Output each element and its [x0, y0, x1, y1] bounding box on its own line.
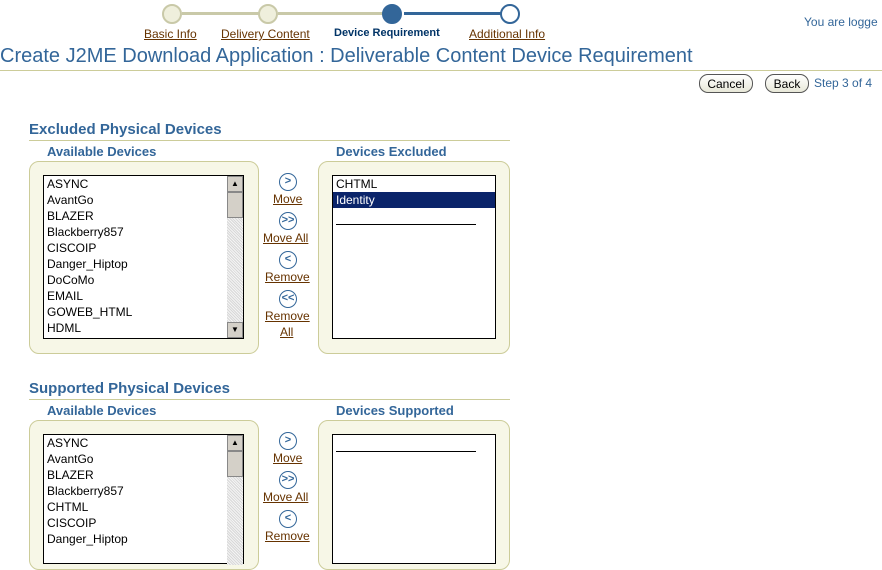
list-item[interactable]: AvantGo	[44, 192, 243, 208]
list-item[interactable]: CHTML	[44, 499, 243, 515]
scroll-down-icon[interactable]: ▼	[227, 322, 243, 338]
train-connector	[182, 12, 268, 15]
scroll-thumb[interactable]	[227, 451, 243, 477]
remove-all-link-line2[interactable]: All	[280, 325, 293, 339]
remove-link[interactable]: Remove	[265, 529, 310, 543]
devices-excluded-header: Devices Excluded	[336, 144, 447, 159]
devices-excluded-listbox[interactable]: CHTML Identity	[332, 175, 496, 339]
train-step-additional-info-dot	[500, 4, 520, 24]
train-step-delivery-content[interactable]: Delivery Content	[221, 27, 310, 41]
train-connector	[278, 12, 384, 15]
section-divider	[29, 399, 510, 400]
move-all-link[interactable]: Move All	[263, 231, 308, 245]
scroll-up-icon[interactable]: ▲	[227, 435, 243, 451]
title-divider	[0, 70, 882, 71]
list-item[interactable]: CISCOIP	[44, 515, 243, 531]
move-icon[interactable]: >	[279, 173, 297, 191]
logged-in-text: You are logge	[804, 15, 878, 29]
train-step-delivery-content-dot[interactable]	[258, 4, 278, 24]
listbox-items: ASYNC AvantGo BLAZER Blackberry857 CISCOIP Da…	[44, 176, 243, 336]
section-divider	[29, 140, 510, 141]
list-item[interactable]: ASYNC	[44, 435, 243, 451]
supported-available-listbox[interactable]: ASYNC AvantGo BLAZER Blackberry857 CHTML CISC…	[43, 434, 244, 564]
list-item[interactable]: DoCoMo	[44, 272, 243, 288]
listbox-items: CHTML Identity	[333, 176, 495, 208]
available-devices-header: Available Devices	[47, 403, 157, 418]
list-item[interactable]: GOWEB_HTML	[44, 304, 243, 320]
move-all-link[interactable]: Move All	[263, 490, 308, 504]
list-item[interactable]: Danger_Hiptop	[44, 531, 243, 547]
list-item[interactable]: Blackberry857	[44, 224, 243, 240]
page-title: Create J2ME Download Application : Deliv…	[0, 45, 693, 67]
list-item[interactable]: BLAZER	[44, 467, 243, 483]
scroll-thumb[interactable]	[227, 192, 243, 218]
move-icon[interactable]: >	[279, 432, 297, 450]
move-all-icon[interactable]: >>	[279, 212, 297, 230]
train-step-device-requirement-dot	[382, 4, 402, 24]
list-item[interactable]: Blackberry857	[44, 483, 243, 499]
supported-section-heading: Supported Physical Devices	[29, 380, 230, 397]
list-item[interactable]: AvantGo	[44, 451, 243, 467]
devices-supported-listbox[interactable]	[332, 434, 496, 564]
train-step-basic-info-dot[interactable]	[162, 4, 182, 24]
remove-all-link[interactable]: Remove	[265, 309, 310, 323]
list-item[interactable]: Identity	[333, 192, 495, 208]
empty-option-placeholder	[336, 224, 476, 225]
available-devices-header: Available Devices	[47, 144, 157, 159]
remove-link[interactable]: Remove	[265, 270, 310, 284]
excluded-available-scrollbar[interactable]: ▲ ▼	[227, 176, 243, 338]
list-item[interactable]: BLAZER	[44, 208, 243, 224]
supported-available-scrollbar[interactable]: ▲	[227, 435, 243, 565]
train-step-additional-info[interactable]: Additional Info	[469, 27, 545, 41]
list-item[interactable]: CHTML	[333, 176, 495, 192]
list-item[interactable]: HDML	[44, 320, 243, 336]
listbox-items: ASYNC AvantGo BLAZER Blackberry857 CHTML CISC…	[44, 435, 243, 547]
back-button[interactable]: Back	[765, 74, 809, 93]
remove-icon[interactable]: <	[279, 251, 297, 269]
train-connector	[404, 12, 502, 15]
remove-icon[interactable]: <	[279, 510, 297, 528]
scroll-up-icon[interactable]: ▲	[227, 176, 243, 192]
move-all-icon[interactable]: >>	[279, 471, 297, 489]
move-link[interactable]: Move	[273, 192, 302, 206]
cancel-button[interactable]: Cancel	[699, 74, 753, 93]
list-item[interactable]: CISCOIP	[44, 240, 243, 256]
step-indicator: Step 3 of 4	[814, 76, 873, 90]
list-item[interactable]: EMAIL	[44, 288, 243, 304]
empty-option-placeholder	[336, 451, 476, 452]
devices-supported-header: Devices Supported	[336, 403, 454, 418]
excluded-available-listbox[interactable]: ASYNC AvantGo BLAZER Blackberry857 CISCOIP Da…	[43, 175, 244, 339]
train-step-basic-info[interactable]: Basic Info	[144, 27, 197, 41]
list-item[interactable]: Danger_Hiptop	[44, 256, 243, 272]
train-step-device-requirement: Device Requirement	[334, 27, 440, 39]
move-link[interactable]: Move	[273, 451, 302, 465]
list-item[interactable]: ASYNC	[44, 176, 243, 192]
remove-all-icon[interactable]: <<	[279, 290, 297, 308]
excluded-section-heading: Excluded Physical Devices	[29, 121, 222, 138]
